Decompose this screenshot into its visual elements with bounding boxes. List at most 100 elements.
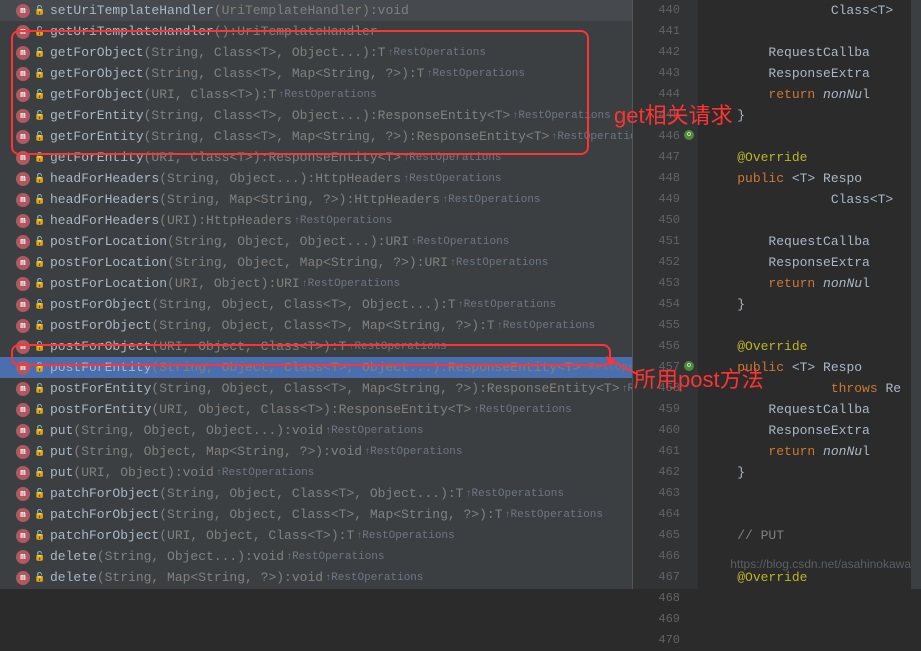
method-origin: RestOperations bbox=[426, 68, 524, 80]
method-item[interactable]: m🔓headForHeaders(String, Map<String, ?>)… bbox=[0, 189, 632, 210]
override-marker-icon[interactable]: o bbox=[684, 130, 694, 140]
lock-icon: 🔓 bbox=[34, 321, 44, 331]
method-item[interactable]: m🔓getForObject(String, Class<T>, Object.… bbox=[0, 42, 632, 63]
code-line bbox=[706, 210, 921, 231]
method-name: getForObject bbox=[50, 66, 144, 81]
code-line: public <T> Respo bbox=[706, 357, 921, 378]
method-name: headForHeaders bbox=[50, 213, 159, 228]
gutter-line: 460 bbox=[633, 420, 680, 441]
code-line: ResponseExtra bbox=[706, 252, 921, 273]
lock-icon: 🔓 bbox=[34, 426, 44, 436]
gutter-line: 443 bbox=[633, 63, 680, 84]
method-origin: RestOperations bbox=[286, 551, 384, 563]
code-line: ResponseExtra bbox=[706, 63, 921, 84]
code-line: RequestCallba bbox=[706, 399, 921, 420]
method-item[interactable]: m🔓postForLocation(String, Object, Map<St… bbox=[0, 252, 632, 273]
method-icon: m bbox=[16, 214, 30, 228]
method-item[interactable]: m🔓setUriTemplateHandler(UriTemplateHandl… bbox=[0, 0, 632, 21]
method-name: postForEntity bbox=[50, 360, 151, 375]
method-origin: RestOperations bbox=[294, 215, 392, 227]
method-params: (URI, Class<T>): bbox=[144, 150, 269, 165]
code-line: } bbox=[706, 462, 921, 483]
method-params: (String, Object, Class<T>, Object...): bbox=[151, 297, 447, 312]
method-icon: m bbox=[16, 46, 30, 60]
method-name: patchForObject bbox=[50, 528, 159, 543]
gutter-line: 446o bbox=[633, 126, 680, 147]
code-area[interactable]: Class<T> RequestCallba ResponseExtra ret… bbox=[698, 0, 921, 589]
method-origin: RestOperations bbox=[348, 341, 446, 353]
method-item[interactable]: m🔓headForHeaders(String, Object...): Htt… bbox=[0, 168, 632, 189]
code-line bbox=[706, 315, 921, 336]
method-return: ResponseEntity<T> bbox=[487, 381, 620, 396]
method-item[interactable]: m🔓postForEntity(String, Object, Class<T>… bbox=[0, 357, 632, 378]
lock-icon: 🔓 bbox=[34, 258, 44, 268]
gutter-line: 464 bbox=[633, 504, 680, 525]
method-params: (UriTemplateHandler): bbox=[214, 3, 378, 18]
method-params: (String, Object, Class<T>, Map<String, ?… bbox=[151, 381, 486, 396]
override-marker-icon[interactable]: o bbox=[684, 361, 694, 371]
method-item[interactable]: m🔓patchForObject(String, Object, Class<T… bbox=[0, 483, 632, 504]
gutter-line: 447 bbox=[633, 147, 680, 168]
code-line: } bbox=[706, 105, 921, 126]
method-params: (String, Object, Map<String, ?>): bbox=[73, 444, 330, 459]
method-item[interactable]: m🔓postForLocation(String, Object, Object… bbox=[0, 231, 632, 252]
gutter-line: 458 bbox=[633, 378, 680, 399]
gutter-line: 466 bbox=[633, 546, 680, 567]
method-item[interactable]: m🔓getForObject(URI, Class<T>): TRestOper… bbox=[0, 84, 632, 105]
method-params: (String, Object...): bbox=[159, 171, 315, 186]
method-item[interactable]: m🔓postForObject(String, Object, Class<T>… bbox=[0, 315, 632, 336]
method-icon: m bbox=[16, 571, 30, 585]
method-item[interactable]: m🔓put(String, Object, Object...): voidRe… bbox=[0, 420, 632, 441]
method-list: m🔓setUriTemplateHandler(UriTemplateHandl… bbox=[0, 0, 632, 589]
method-name: getForObject bbox=[50, 87, 144, 102]
method-return: ResponseEntity<T> bbox=[268, 150, 401, 165]
gutter-line: 450 bbox=[633, 210, 680, 231]
method-params: (String, Object, Class<T>, Object...): bbox=[151, 360, 447, 375]
code-line: } bbox=[706, 294, 921, 315]
lock-icon: 🔓 bbox=[34, 573, 44, 583]
method-name: postForObject bbox=[50, 297, 151, 312]
method-params: (String, Object, Object...): bbox=[73, 423, 291, 438]
gutter-line: 448 bbox=[633, 168, 680, 189]
method-icon: m bbox=[16, 508, 30, 522]
method-item[interactable]: m🔓put(String, Object, Map<String, ?>): v… bbox=[0, 441, 632, 462]
lock-icon: 🔓 bbox=[34, 6, 44, 16]
method-origin: RestOperations bbox=[473, 404, 571, 416]
code-line bbox=[706, 504, 921, 525]
method-item[interactable]: m🔓delete(String, Map<String, ?>): voidRe… bbox=[0, 567, 632, 588]
method-item[interactable]: m🔓postForEntity(String, Object, Class<T>… bbox=[0, 378, 632, 399]
gutter-line: 444 bbox=[633, 84, 680, 105]
code-line: ResponseExtra bbox=[706, 420, 921, 441]
method-params: (URI, Object, Class<T>): bbox=[159, 528, 346, 543]
method-origin: RestOperations bbox=[465, 488, 563, 500]
method-origin: RestOperations bbox=[551, 131, 632, 143]
method-origin: RestOperations bbox=[583, 362, 633, 374]
lock-icon: 🔓 bbox=[34, 552, 44, 562]
method-origin: RestOperations bbox=[450, 257, 548, 269]
method-item[interactable]: m🔓getForEntity(String, Class<T>, Map<Str… bbox=[0, 126, 632, 147]
method-item[interactable]: m🔓postForEntity(URI, Object, Class<T>): … bbox=[0, 399, 632, 420]
method-item[interactable]: m🔓getForObject(String, Class<T>, Map<Str… bbox=[0, 63, 632, 84]
method-item[interactable]: m🔓postForObject(URI, Object, Class<T>): … bbox=[0, 336, 632, 357]
method-item[interactable]: m🔓patchForObject(URI, Object, Class<T>):… bbox=[0, 525, 632, 546]
completion-popup[interactable]: m🔓setUriTemplateHandler(UriTemplateHandl… bbox=[0, 0, 632, 589]
method-item[interactable]: m🔓getUriTemplateHandler(): UriTemplateHa… bbox=[0, 21, 632, 42]
method-icon: m bbox=[16, 277, 30, 291]
gutter-line: 470 bbox=[633, 630, 680, 651]
method-return: void bbox=[292, 423, 323, 438]
method-params: (String, Object, Class<T>, Object...): bbox=[159, 486, 455, 501]
method-item[interactable]: m🔓postForLocation(URI, Object): URIRestO… bbox=[0, 273, 632, 294]
method-item[interactable]: m🔓delete(String, Object...): voidRestOpe… bbox=[0, 546, 632, 567]
lock-icon: 🔓 bbox=[34, 468, 44, 478]
method-origin: RestOperations bbox=[403, 173, 501, 185]
method-item[interactable]: m🔓postForObject(String, Object, Class<T>… bbox=[0, 294, 632, 315]
scrollbar[interactable] bbox=[911, 0, 921, 589]
method-icon: m bbox=[16, 340, 30, 354]
method-item[interactable]: m🔓getForEntity(URI, Class<T>): ResponseE… bbox=[0, 147, 632, 168]
method-item[interactable]: m🔓patchForObject(String, Object, Class<T… bbox=[0, 504, 632, 525]
method-item[interactable]: m🔓headForHeaders(URI): HttpHeadersRestOp… bbox=[0, 210, 632, 231]
method-icon: m bbox=[16, 151, 30, 165]
method-return: T bbox=[339, 339, 347, 354]
method-item[interactable]: m🔓getForEntity(String, Class<T>, Object.… bbox=[0, 105, 632, 126]
method-item[interactable]: m🔓put(URI, Object): voidRestOperations bbox=[0, 462, 632, 483]
